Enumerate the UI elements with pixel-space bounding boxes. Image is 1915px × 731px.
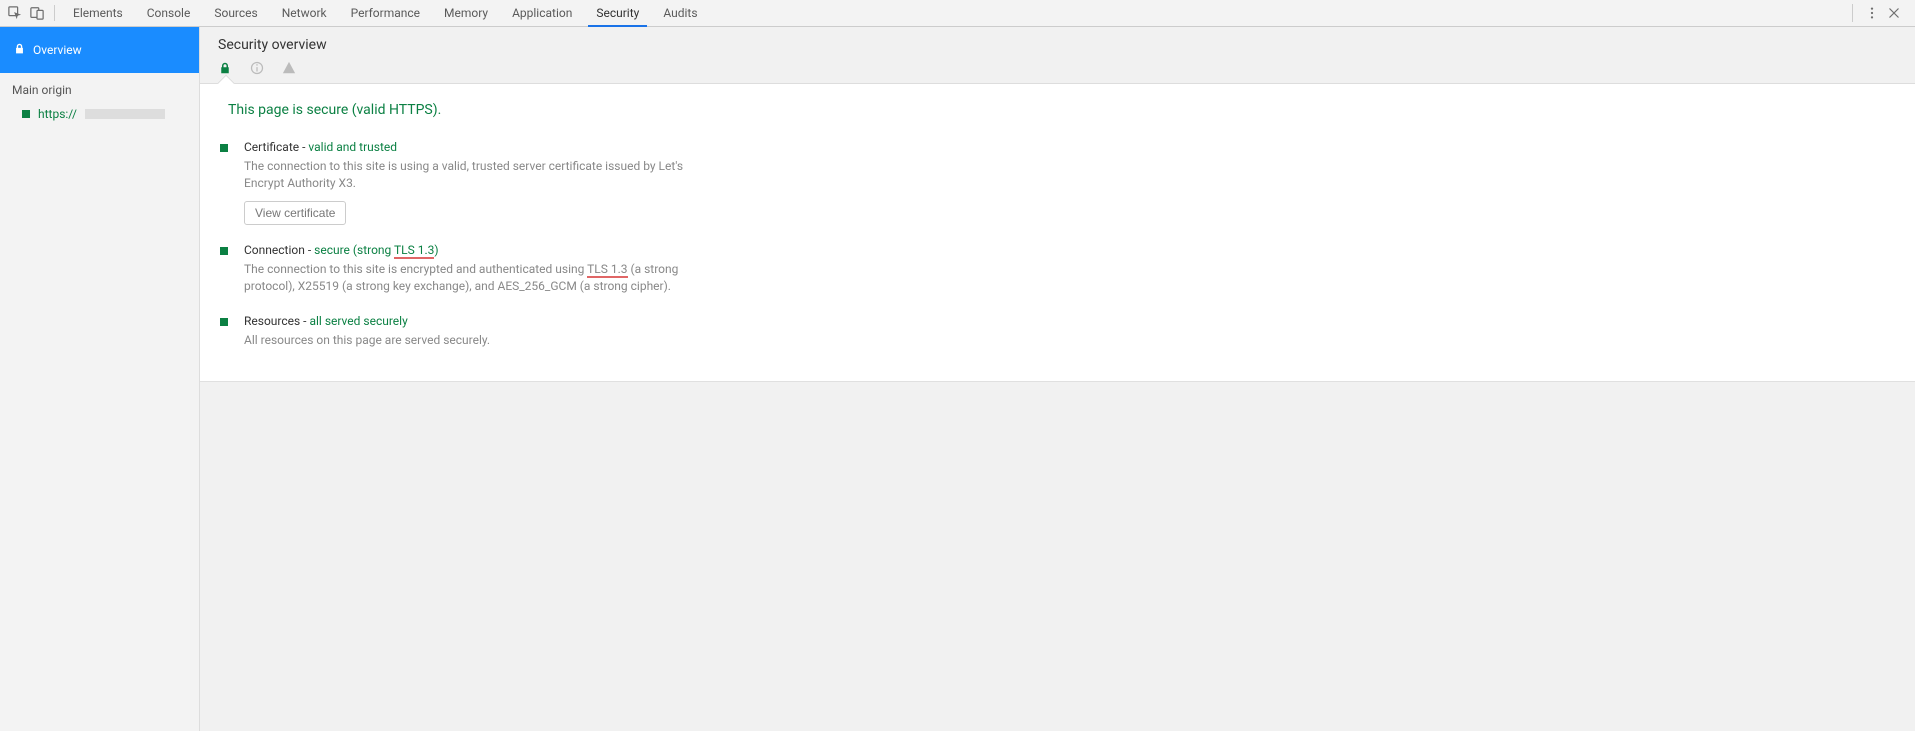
secure-square-icon [220, 144, 228, 152]
security-content-panel: This page is secure (valid HTTPS). Certi… [200, 84, 1915, 382]
devtools-tabbar: Elements Console Sources Network Perform… [0, 0, 1915, 27]
sidebar-section-label: Main origin [0, 73, 199, 103]
secure-square-icon [220, 318, 228, 326]
cert-title-status: valid and trusted [308, 140, 397, 154]
connection-block: Connection - secure (strong TLS 1.3) The… [200, 235, 920, 306]
warning-icon [282, 61, 296, 75]
tab-security[interactable]: Security [584, 0, 651, 26]
resources-desc: All resources on this page are served se… [244, 332, 684, 349]
certificate-desc: The connection to this site is using a v… [244, 158, 684, 193]
separator [54, 5, 55, 21]
tab-performance[interactable]: Performance [339, 0, 432, 26]
certificate-title: Certificate - valid and trusted [244, 140, 900, 154]
security-headline: This page is secure (valid HTTPS). [200, 96, 1915, 132]
info-icon [250, 61, 264, 75]
resources-title: Resources - all served securely [244, 314, 900, 328]
origin-url-redacted [85, 109, 165, 119]
secure-square-icon [22, 110, 30, 118]
tab-network[interactable]: Network [270, 0, 339, 26]
res-title-status: all served securely [309, 314, 407, 328]
secure-square-icon [220, 247, 228, 255]
cert-title-prefix: Certificate - [244, 140, 308, 154]
connection-desc: The connection to this site is encrypted… [244, 261, 684, 296]
tab-application[interactable]: Application [500, 0, 584, 26]
conn-title-status: secure (strong TLS 1.3) [314, 243, 438, 259]
workspace: Overview Main origin https:// Security o… [0, 27, 1915, 731]
connection-title: Connection - secure (strong TLS 1.3) [244, 243, 900, 257]
separator [1852, 4, 1853, 22]
tab-elements[interactable]: Elements [61, 0, 135, 26]
sidebar-overview-label: Overview [33, 43, 82, 57]
res-title-prefix: Resources - [244, 314, 309, 328]
inspect-icon[interactable] [4, 2, 26, 24]
tab-console[interactable]: Console [135, 0, 203, 26]
conn-title-prefix: Connection - [244, 243, 314, 257]
lock-icon [14, 43, 25, 57]
security-main: Security overview This page is secure (v… [200, 27, 1915, 731]
certificate-block: Certificate - valid and trusted The conn… [200, 132, 920, 235]
security-sidebar: Overview Main origin https:// [0, 27, 200, 731]
security-indicator-row [200, 59, 1915, 84]
origin-url-prefix: https:// [38, 107, 77, 121]
resources-block: Resources - all served securely All reso… [200, 306, 920, 359]
device-toggle-icon[interactable] [26, 2, 48, 24]
sidebar-origin-item[interactable]: https:// [0, 103, 199, 125]
more-icon[interactable] [1861, 2, 1883, 24]
sidebar-overview[interactable]: Overview [0, 27, 199, 73]
page-title: Security overview [200, 27, 1915, 59]
tab-sources[interactable]: Sources [202, 0, 269, 26]
devtools-tabs: Elements Console Sources Network Perform… [61, 0, 710, 26]
lock-icon [218, 61, 232, 75]
tab-memory[interactable]: Memory [432, 0, 500, 26]
tab-audits[interactable]: Audits [651, 0, 709, 26]
view-certificate-button[interactable]: View certificate [244, 201, 346, 225]
close-icon[interactable] [1883, 2, 1905, 24]
